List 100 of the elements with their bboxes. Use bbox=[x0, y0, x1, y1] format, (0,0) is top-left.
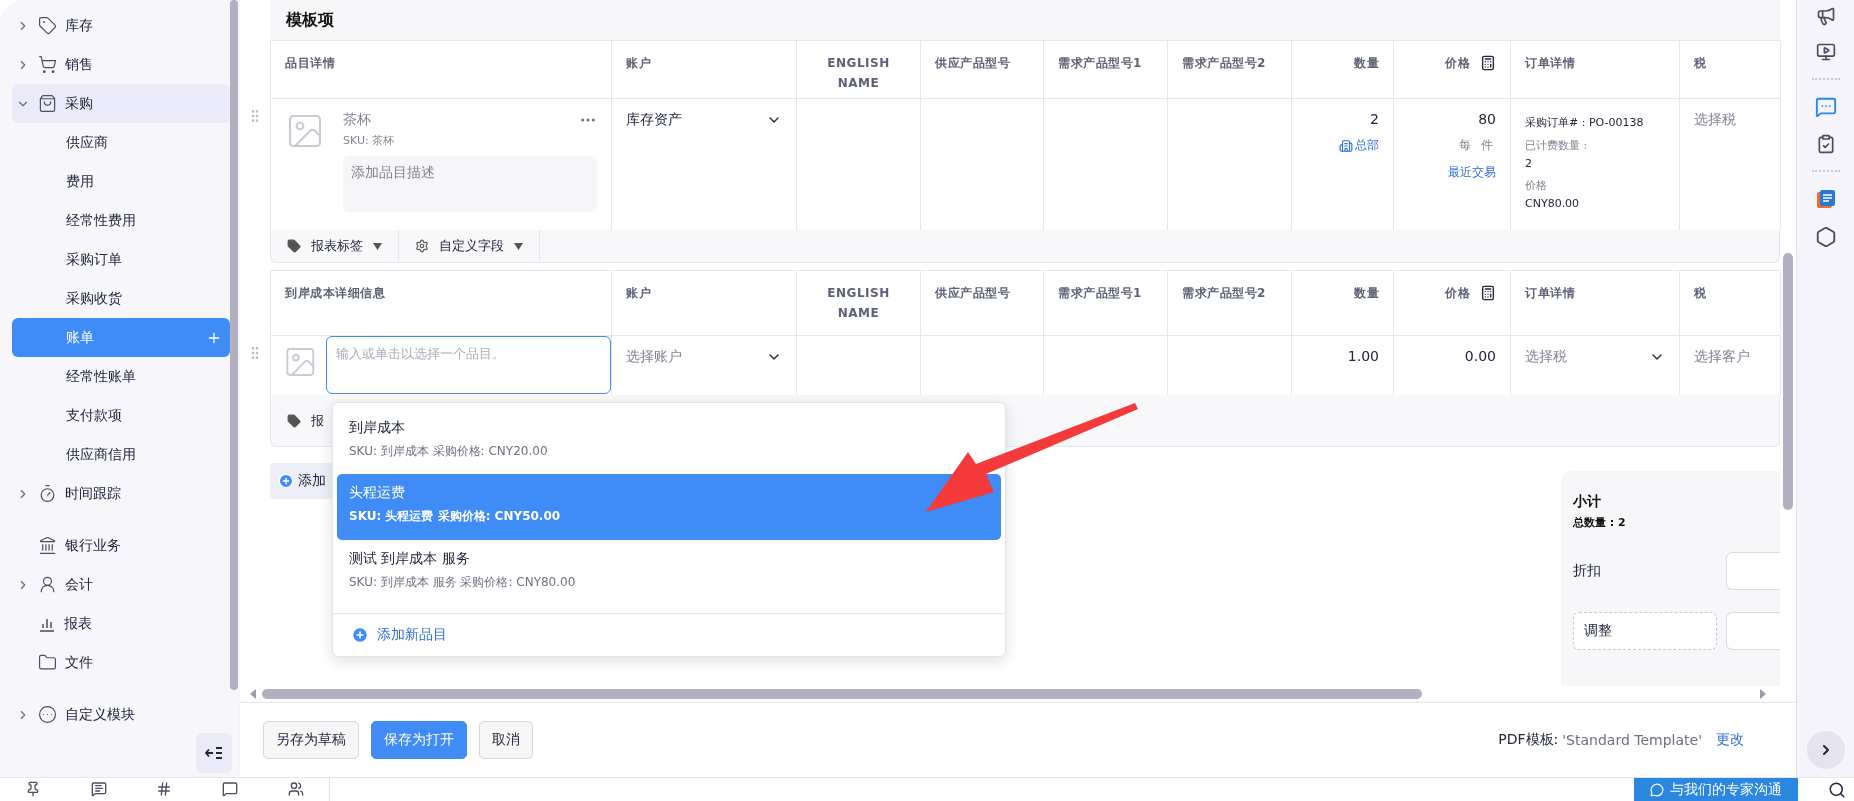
column-header: 订单详情 bbox=[1525, 285, 1575, 302]
tax-select[interactable]: 选择税 bbox=[1694, 111, 1736, 129]
tag-bar-button[interactable]: 自定义字段 bbox=[399, 230, 540, 262]
tag-bar-button[interactable]: 报表标签 bbox=[271, 230, 399, 262]
column-header: ENGLISH NAME bbox=[826, 285, 891, 322]
bank-icon bbox=[38, 536, 57, 555]
chat-button[interactable]: 与我们的专家沟通 bbox=[1634, 777, 1798, 801]
add-new-item-link[interactable]: 添加新品目 bbox=[333, 613, 1005, 656]
message-icon[interactable] bbox=[90, 781, 107, 797]
customer-select[interactable]: 选择客户 bbox=[1694, 348, 1750, 366]
pdf-template-label: PDF模板: bbox=[1498, 731, 1559, 749]
sidebar-item[interactable]: 报表 bbox=[12, 604, 230, 643]
sidebar-item[interactable]: 销售 bbox=[12, 45, 230, 84]
total-quantity: 总数量 : 2 bbox=[1573, 515, 1627, 530]
description-field[interactable]: 添加品目描述 bbox=[343, 156, 597, 212]
sidebar-item[interactable]: 库存 bbox=[12, 6, 230, 45]
column-header: 税 bbox=[1694, 55, 1707, 72]
sidebar-subitem[interactable]: 采购收货 bbox=[12, 279, 230, 318]
column-header: ENGLISH NAME bbox=[826, 55, 891, 92]
folder-icon bbox=[38, 653, 57, 672]
column-header: 到岸成本详细信息 bbox=[285, 285, 385, 302]
pdf-template-name: 'Standard Template' bbox=[1562, 732, 1702, 748]
summary-title: 小计 bbox=[1573, 493, 1602, 511]
ellipsis-circle-icon bbox=[38, 705, 57, 724]
tag-icon bbox=[287, 239, 301, 253]
location-link[interactable]: 总部 bbox=[1339, 137, 1379, 154]
sidebar-scrollbar[interactable] bbox=[230, 0, 238, 690]
sidebar-subitem[interactable]: 经常性费用 bbox=[12, 201, 230, 240]
users-icon[interactable] bbox=[288, 781, 305, 797]
hexagon-icon[interactable] bbox=[1814, 226, 1837, 248]
tag-icon bbox=[38, 16, 57, 35]
item-name: 茶杯 bbox=[343, 111, 371, 129]
adjustment-amount-field[interactable] bbox=[1726, 612, 1780, 650]
scroll-right-icon[interactable] bbox=[1760, 689, 1766, 699]
collapse-sidebar-button[interactable] bbox=[196, 733, 232, 773]
account-select[interactable]: 库存资产 bbox=[626, 111, 682, 129]
price-value: 0.00 bbox=[1464, 348, 1496, 364]
column-header: 数量 bbox=[1354, 55, 1379, 72]
column-header: 供应产品型号 bbox=[935, 55, 1010, 72]
sidebar-subitem[interactable]: 供应商信用 bbox=[12, 435, 230, 474]
detail-value: 采购订单# : PO-00138 bbox=[1525, 115, 1644, 130]
sidebar-item[interactable]: 时间跟踪 bbox=[12, 474, 230, 513]
quantity-value: 2 bbox=[1370, 111, 1379, 127]
video-icon[interactable] bbox=[1815, 42, 1836, 62]
tag-bar-button[interactable]: 报 bbox=[271, 395, 340, 446]
chat-icon bbox=[1650, 782, 1664, 797]
item-sku: SKU: 茶杯 bbox=[343, 133, 396, 148]
caret-icon bbox=[373, 242, 382, 250]
detail-label: 已计费数量 : bbox=[1525, 138, 1588, 153]
column-header: 供应产品型号 bbox=[935, 285, 1010, 302]
column-header: 品目详情 bbox=[285, 55, 335, 72]
search-icon[interactable] bbox=[1828, 780, 1846, 799]
detail-value: 2 bbox=[1525, 157, 1532, 170]
sidebar-subitem[interactable]: 支付款项 bbox=[12, 396, 230, 435]
chat-bubble-icon[interactable] bbox=[222, 781, 239, 797]
detail-label: 价格 bbox=[1525, 178, 1547, 193]
hash-icon[interactable] bbox=[156, 781, 173, 797]
plus-circle-icon bbox=[278, 473, 294, 489]
sidebar-subitem[interactable]: 采购订单 bbox=[12, 240, 230, 279]
column-header: 税 bbox=[1694, 285, 1707, 302]
caret-icon bbox=[514, 242, 523, 250]
section-title: 模板项 bbox=[286, 9, 334, 31]
tax-select[interactable]: 选择税 bbox=[1525, 348, 1567, 366]
unit-label: 每 件 bbox=[1459, 137, 1496, 154]
scroll-left-icon[interactable] bbox=[250, 689, 256, 699]
cart-icon bbox=[38, 55, 57, 74]
sidebar-subitem[interactable]: 费用 bbox=[12, 162, 230, 201]
calculator-icon[interactable] bbox=[1480, 285, 1496, 301]
bag-icon bbox=[38, 94, 57, 113]
column-header: 数量 bbox=[1354, 285, 1379, 302]
megaphone-icon[interactable] bbox=[1815, 6, 1836, 26]
sidebar-subitem[interactable]: 供应商 bbox=[12, 123, 230, 162]
notes-icon[interactable] bbox=[1814, 188, 1837, 210]
sidebar-item[interactable]: 银行业务 bbox=[12, 526, 230, 565]
sidebar-item[interactable]: 自定义模块 bbox=[12, 695, 230, 734]
column-header: 需求产品型号2 bbox=[1182, 285, 1266, 302]
adjustment-field[interactable]: 调整 bbox=[1573, 612, 1717, 650]
price-value: 80 bbox=[1478, 111, 1496, 127]
sidebar-item[interactable]: 采购 bbox=[12, 84, 230, 123]
tag-icon bbox=[287, 413, 301, 428]
calculator-icon[interactable] bbox=[1480, 55, 1496, 71]
timer-icon bbox=[38, 484, 57, 503]
recent-transactions-link[interactable]: 最近交易 bbox=[1448, 164, 1496, 181]
quantity-value: 1.00 bbox=[1347, 348, 1379, 364]
account-select[interactable]: 选择账户 bbox=[626, 348, 682, 366]
change-link[interactable]: 更改 bbox=[1716, 731, 1744, 749]
column-header: 需求产品型号2 bbox=[1182, 55, 1266, 72]
building-icon bbox=[1339, 138, 1353, 153]
column-header: 价格 bbox=[1445, 55, 1470, 72]
chat-icon[interactable] bbox=[1814, 96, 1837, 118]
secondary-button[interactable]: 取消 bbox=[479, 721, 533, 759]
detail-value: CNY80.00 bbox=[1525, 197, 1580, 210]
sidebar-item[interactable]: 文件 bbox=[12, 643, 230, 682]
collapse-icon bbox=[205, 746, 223, 760]
secondary-button[interactable]: 另存为草稿 bbox=[263, 721, 359, 759]
sidebar-subitem[interactable]: 经常性账单 bbox=[12, 357, 230, 396]
sidebar-item[interactable]: 会计 bbox=[12, 565, 230, 604]
discount-field[interactable] bbox=[1726, 552, 1780, 590]
column-header: 订单详情 bbox=[1525, 55, 1575, 72]
gear-icon bbox=[415, 239, 429, 253]
